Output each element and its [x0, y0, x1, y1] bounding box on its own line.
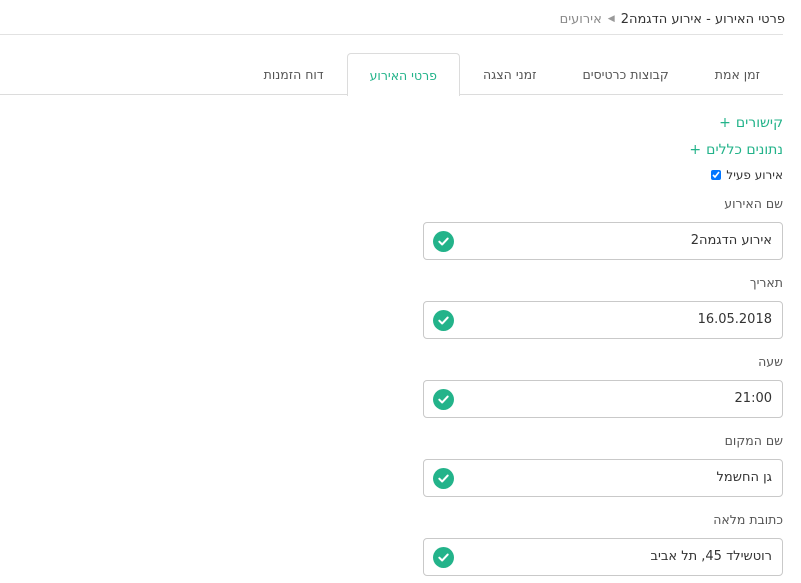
check-circle-icon: [433, 547, 454, 568]
active-event-label: אירוע פעיל: [726, 168, 783, 182]
plus-icon: +: [689, 142, 702, 158]
check-circle-icon: [433, 468, 454, 489]
caret-left-icon: ◀: [607, 14, 615, 24]
tab-ticket-groups[interactable]: קבוצות כרטיסים: [559, 53, 691, 95]
event-name-label: שם האירוע: [724, 196, 783, 211]
address-field[interactable]: רוטשילד 45, תל אביב: [423, 538, 783, 576]
general-section-label: נתונים כללים: [706, 142, 783, 158]
address-label: כתובת מלאה: [713, 512, 783, 527]
time-field[interactable]: 21:00: [423, 380, 783, 418]
tab-event-details[interactable]: פרטי האירוע: [346, 53, 460, 96]
venue-label: שם המקום: [724, 433, 783, 448]
links-section-toggle[interactable]: + קישורים: [719, 115, 783, 131]
check-circle-icon: [433, 231, 454, 252]
venue-field[interactable]: גן החשמל: [423, 459, 783, 497]
date-value: 16.05.2018: [697, 312, 772, 327]
event-name-field[interactable]: אירוע הדגמה2: [423, 222, 783, 260]
header-divider: [0, 34, 783, 35]
links-section-label: קישורים: [735, 115, 783, 131]
tab-real-time[interactable]: זמן אמת: [692, 53, 783, 95]
venue-value: גן החשמל: [716, 470, 772, 485]
active-event-checkbox[interactable]: [711, 170, 722, 180]
tab-bar: דוח הזמנות פרטי האירוע זמני הצגה קבוצות …: [241, 53, 783, 96]
time-value: 21:00: [734, 391, 772, 406]
general-section-toggle[interactable]: + נתונים כללים: [689, 142, 783, 158]
address-value: רוטשילד 45, תל אביב: [650, 549, 772, 564]
date-label: תאריך: [749, 275, 783, 290]
breadcrumb-events-link[interactable]: אירועים: [560, 12, 602, 27]
check-circle-icon: [433, 310, 454, 331]
active-event-row: אירוע פעיל: [711, 168, 783, 182]
time-label: שעה: [758, 354, 783, 369]
check-circle-icon: [433, 389, 454, 410]
breadcrumb: אירועים ◀ פרטי האירוע - אירוע הדגמה2: [560, 10, 785, 28]
date-field[interactable]: 16.05.2018: [423, 301, 783, 339]
event-name-value: אירוע הדגמה2: [690, 233, 772, 248]
breadcrumb-current: פרטי האירוע - אירוע הדגמה2: [620, 11, 785, 27]
tab-orders-report[interactable]: דוח הזמנות: [241, 53, 347, 95]
plus-icon: +: [719, 115, 731, 131]
tab-show-times[interactable]: זמני הצגה: [460, 53, 560, 95]
